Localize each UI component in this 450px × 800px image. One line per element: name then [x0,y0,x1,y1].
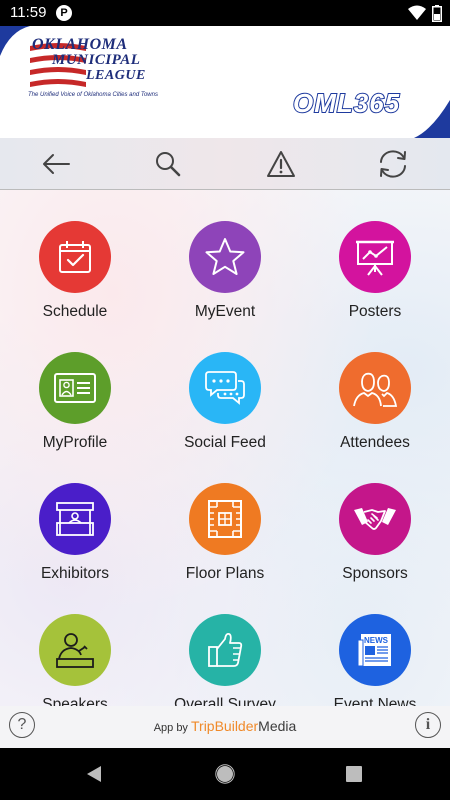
tile-social-feed[interactable]: Social Feed [150,321,300,451]
tile-label: Floor Plans [185,565,265,582]
tile-label: Attendees [340,434,410,451]
home-circle-icon [215,764,235,784]
nav-home-button[interactable] [200,748,250,800]
floor-plan-icon [208,500,242,538]
tile-icon-circle: NEWS [339,614,411,686]
back-button[interactable] [26,138,86,190]
battery-icon [432,5,442,22]
wifi-icon [408,5,426,20]
tile-icon-circle [189,483,261,555]
alerts-button[interactable] [251,138,311,190]
presentation-icon [356,240,394,276]
back-triangle-icon [87,766,101,782]
tile-exhibitors[interactable]: Exhibitors [0,452,150,582]
booth-icon [56,502,94,536]
tile-label: MyEvent [194,303,256,320]
tile-icon-circle [189,352,261,424]
tile-icon-circle [339,221,411,293]
tile-icon-circle [39,221,111,293]
svg-text:NEWS: NEWS [364,636,389,645]
thumbs-up-icon [208,632,243,667]
newspaper-icon: NEWS [357,634,391,667]
logo-line-3: LEAGUE [86,68,146,83]
search-button[interactable] [138,138,198,190]
nav-back-button[interactable] [69,748,119,800]
tile-icon-circle [39,352,111,424]
info-button[interactable]: i [415,712,441,738]
system-nav-bar [0,748,450,800]
tripbuilder-logo[interactable]: TripBuilderMedia [191,718,296,734]
tile-icon-circle [189,221,261,293]
warning-icon [267,151,295,177]
people-icon [353,372,398,407]
tile-speakers[interactable]: Speakers [0,583,150,706]
menu-grid: Schedule MyEvent Posters MyProfile Socia… [0,190,450,706]
arrow-left-icon [43,154,70,174]
status-bar: 11:59 P [0,0,450,26]
nav-recents-button[interactable] [329,748,379,800]
brand-trip: TripBuilder [191,718,259,734]
tile-label: Schedule [42,303,108,320]
tile-sponsors[interactable]: Sponsors [300,452,450,582]
tile-label: Event News [333,696,417,706]
status-time: 11:59 [10,4,47,21]
tile-icon-circle [339,352,411,424]
tile-label: Social Feed [184,434,266,451]
tile-label: Posters [348,303,402,320]
oml-logo: OKLAHOMA MUNICIPAL LEAGUE The Unified Vo… [28,34,158,104]
sync-button[interactable] [363,138,423,190]
tile-icon-circle [189,614,261,686]
tile-myevent[interactable]: MyEvent [150,190,300,320]
tile-event-news[interactable]: NEWS Event News [300,583,450,706]
recents-square-icon [346,766,362,782]
tile-myprofile[interactable]: MyProfile [0,321,150,451]
tile-icon-circle [339,483,411,555]
tile-label: Overall Survey [174,696,276,706]
calendar-check-icon [59,241,91,273]
app-credit: App by TripBuilderMedia [0,718,450,734]
refresh-icon [380,150,406,178]
chat-bubbles-icon [205,371,245,405]
id-card-icon [54,373,96,403]
info-icon: i [425,716,431,733]
search-icon [156,152,181,177]
banner-corner-decoration [414,100,450,138]
tile-floor-plans[interactable]: Floor Plans [150,452,300,582]
tile-label: Sponsors [342,565,408,582]
tile-overall-survey[interactable]: Overall Survey [150,583,300,706]
logo-tagline: The Unified Voice of Oklahoma Cities and… [28,92,158,98]
tile-label: Exhibitors [40,565,110,582]
event-banner: OKLAHOMA MUNICIPAL LEAGUE The Unified Vo… [0,26,450,138]
tile-icon-circle [39,483,111,555]
tile-attendees[interactable]: Attendees [300,321,450,451]
tile-posters[interactable]: Posters [300,190,450,320]
tile-label: Speakers [42,696,108,706]
notification-icon: P [56,5,72,21]
brand-media: Media [258,718,297,734]
tile-schedule[interactable]: Schedule [0,190,150,320]
speaker-podium-icon [56,633,94,668]
tile-label: MyProfile [42,434,108,451]
app-by-label: App by [153,722,188,734]
footer-bar: ? App by TripBuilderMedia i [0,706,450,748]
logo-line-2: MUNICIPAL [52,52,141,68]
tile-icon-circle [39,614,111,686]
toolbar [0,138,450,190]
star-icon [205,238,245,275]
handshake-icon [354,508,396,530]
event-name: OML365 [292,87,401,119]
banner-corner-decoration [0,26,30,56]
